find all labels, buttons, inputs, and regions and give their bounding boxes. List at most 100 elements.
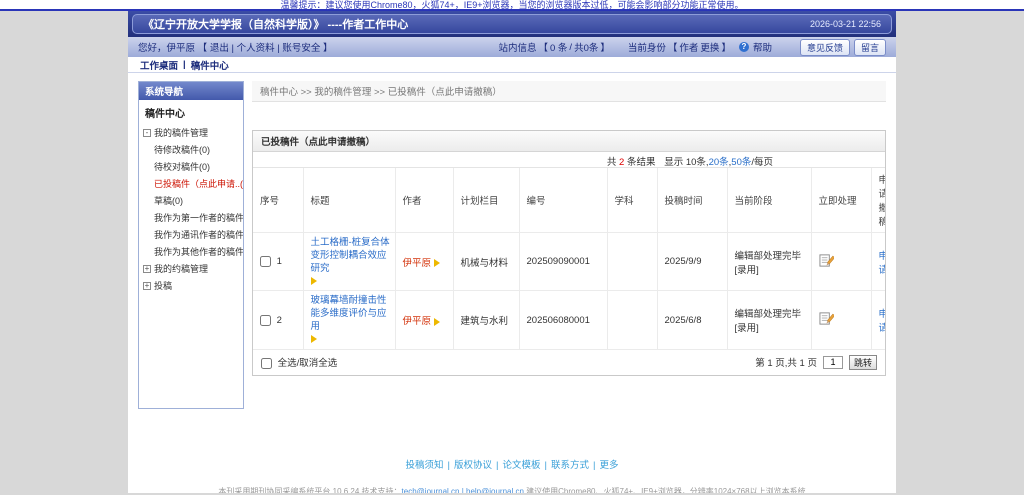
separator: | <box>277 43 279 54</box>
withdraw-apply-link[interactable]: 申请 <box>879 251 886 276</box>
logout-link[interactable]: 退出 <box>210 43 229 54</box>
sidebar-item-drafts[interactable]: 草稿(0) <box>139 192 243 209</box>
table-footer-row: 全选/取消全选 第 1 页,共 1 页 跳转 <box>253 349 885 375</box>
sidebar-group-my-manuscripts[interactable]: - 我的稿件管理 <box>139 124 243 141</box>
seq-cell: 1 <box>253 233 303 291</box>
sidebar-section-manuscript-center[interactable]: 稿件中心 <box>139 100 243 124</box>
row-seq: 2 <box>277 315 282 326</box>
separator: | <box>183 59 186 70</box>
sidebar-group-invited-manuscripts[interactable]: + 我的约稿管理 <box>139 260 243 277</box>
footer-link-contact[interactable]: 联系方式 <box>551 460 589 471</box>
col-title: 标题 <box>303 168 395 233</box>
content-area: 系统导航 稿件中心 - 我的稿件管理 待修改稿件(0) 待校对稿件(0) 已投稿… <box>128 73 896 409</box>
subject-cell <box>607 233 657 291</box>
edit-icon[interactable] <box>819 311 834 329</box>
number-cell: 202509090001 <box>519 233 607 291</box>
withdraw-apply-link[interactable]: 申请 <box>879 309 886 334</box>
bracket: 】 <box>600 40 610 54</box>
account-security-link[interactable]: 账号安全 <box>282 43 320 54</box>
row-checkbox[interactable] <box>260 315 271 326</box>
tab-manuscript-center[interactable]: 稿件中心 <box>191 58 229 72</box>
edit-icon[interactable] <box>819 253 834 271</box>
help-icon[interactable]: ? <box>739 42 749 52</box>
withdraw-cell: 申请 <box>871 291 885 349</box>
stage-cell: 编辑部处理完毕[录用] <box>727 233 811 291</box>
col-seq: 序号 <box>253 168 303 233</box>
bracket: 【 <box>668 40 678 54</box>
sidebar-item-other-author[interactable]: 我作为其他作者的稿件 <box>139 243 243 260</box>
manuscript-title-link[interactable]: 土工格栅-桩复合体变形控制耦合效应研究 <box>311 237 391 275</box>
footer-link-more[interactable]: 更多 <box>599 460 618 471</box>
go-to-page-button[interactable]: 跳转 <box>849 355 877 370</box>
manuscript-title-link[interactable]: 玻璃幕墙耐撞击性能多维度评价与应用 <box>311 295 391 333</box>
page-size-options: 显示 10条,20条,50条/每页 <box>664 154 773 168</box>
sidebar-group-label[interactable]: 我的稿件管理 <box>154 126 208 139</box>
footer-bottom-text: 本刊采用期刊协同采编系统平台 10.6.24 技术支持：tech@journal… <box>128 486 896 493</box>
sidebar-group-label[interactable]: 投稿 <box>154 279 172 292</box>
expand-arrow-icon[interactable] <box>434 259 440 267</box>
separator: / <box>569 42 572 53</box>
feedback-button[interactable]: 意见反馈 <box>800 39 850 56</box>
top-tab-bar: 工作桌面 | 稿件中心 <box>128 57 896 73</box>
expand-icon[interactable]: + <box>143 282 151 290</box>
sidebar-item-submitted[interactable]: 已投稿件（点此申请..(2) <box>139 175 243 192</box>
planned-column-cell: 建筑与水利 <box>453 291 519 349</box>
footer-link-submission-guide[interactable]: 投稿须知 <box>406 460 444 471</box>
col-subject[interactable]: 学科 <box>607 168 657 233</box>
leave-message-button[interactable]: 留言 <box>854 39 886 56</box>
sidebar-navigation: 系统导航 稿件中心 - 我的稿件管理 待修改稿件(0) 待校对稿件(0) 已投稿… <box>138 81 244 409</box>
select-all-checkbox[interactable] <box>261 358 272 369</box>
support-email-links: tech@journal.cn | help@journal.cn <box>402 487 524 493</box>
switch-role-link[interactable]: 更换 <box>700 40 719 54</box>
collapse-icon[interactable]: - <box>143 129 151 137</box>
table-row: 1 土工格栅-桩复合体变形控制耦合效应研究 伊平原 机械与材料 <box>253 233 885 291</box>
sidebar-item-pending-revision[interactable]: 待修改稿件(0) <box>139 141 243 158</box>
author-link[interactable]: 伊平原 <box>403 258 432 269</box>
expand-arrow-icon[interactable] <box>311 277 317 285</box>
table-row: 2 玻璃幕墙耐撞击性能多维度评价与应用 伊平原 建筑与水利 2 <box>253 291 885 349</box>
sidebar-item-corresponding-author[interactable]: 我作为通讯作者的稿件 <box>139 226 243 243</box>
submitted-manuscripts-panel: 已投稿件（点此申请撤稿） 共 2 条结果 显示 10条,20条,50条/每页 <box>252 130 886 376</box>
author-link[interactable]: 伊平原 <box>403 316 432 327</box>
submit-date-cell: 2025/6/8 <box>657 291 727 349</box>
separator: | <box>231 43 233 54</box>
title-cell: 玻璃幕墙耐撞击性能多维度评价与应用 <box>303 291 395 349</box>
expand-arrow-icon[interactable] <box>311 335 317 343</box>
expand-icon[interactable]: + <box>143 265 151 273</box>
col-planned-column[interactable]: 计划栏目 <box>453 168 519 233</box>
sidebar-item-pending-proofread[interactable]: 待校对稿件(0) <box>139 158 243 175</box>
help-link[interactable]: 帮助 <box>753 40 772 54</box>
col-submit-date[interactable]: 投稿时间 <box>657 168 727 233</box>
page-size-50[interactable]: 50条 <box>731 157 751 168</box>
messages-total: 共0条 <box>574 40 598 54</box>
row-checkbox[interactable] <box>260 256 271 267</box>
page-size-20[interactable]: 20条 <box>709 157 729 168</box>
profile-link[interactable]: 个人资料 <box>237 43 275 54</box>
title-cell: 土工格栅-桩复合体变形控制耦合效应研究 <box>303 233 395 291</box>
select-all-control: 全选/取消全选 <box>261 355 337 369</box>
messages-count-link[interactable]: 0 条 <box>550 40 567 54</box>
expand-arrow-icon[interactable] <box>434 318 440 326</box>
bracket: 【 <box>538 40 548 54</box>
col-author: 作者 <box>395 168 453 233</box>
sidebar-item-first-author[interactable]: 我作为第一作者的稿件(2) <box>139 209 243 226</box>
sidebar-group-submit[interactable]: + 投稿 <box>139 277 243 294</box>
footer-link-copyright[interactable]: 版权协议 <box>454 460 492 471</box>
pagination-info: 第 1 页,共 1 页 <box>755 355 817 369</box>
breadcrumb: 稿件中心 >> 我的稿件管理 >> 已投稿件（点此申请撤稿） <box>252 81 886 102</box>
col-withdraw: 申请撤稿 <box>871 168 885 233</box>
userbar-buttons: 意见反馈 留言 <box>800 39 886 56</box>
page-number-input[interactable] <box>823 356 843 369</box>
number-cell: 202506080001 <box>519 291 607 349</box>
select-all-label: 全选/取消全选 <box>278 358 338 369</box>
user-info: 您好，伊平原 【 退出 | 个人资料 | 账号安全 】 <box>138 40 333 54</box>
tab-work-desktop[interactable]: 工作桌面 <box>140 58 178 72</box>
col-number[interactable]: 编号 <box>519 168 607 233</box>
process-cell <box>811 291 871 349</box>
footer-link-template[interactable]: 论文模板 <box>502 460 540 471</box>
withdraw-cell: 申请 <box>871 233 885 291</box>
sidebar-group-label[interactable]: 我的约稿管理 <box>154 262 208 275</box>
subject-cell <box>607 291 657 349</box>
masthead-inner: 《辽宁开放大学学报（自然科学版）》 ----作者工作中心 2026-03-21 … <box>132 14 892 34</box>
process-cell <box>811 233 871 291</box>
